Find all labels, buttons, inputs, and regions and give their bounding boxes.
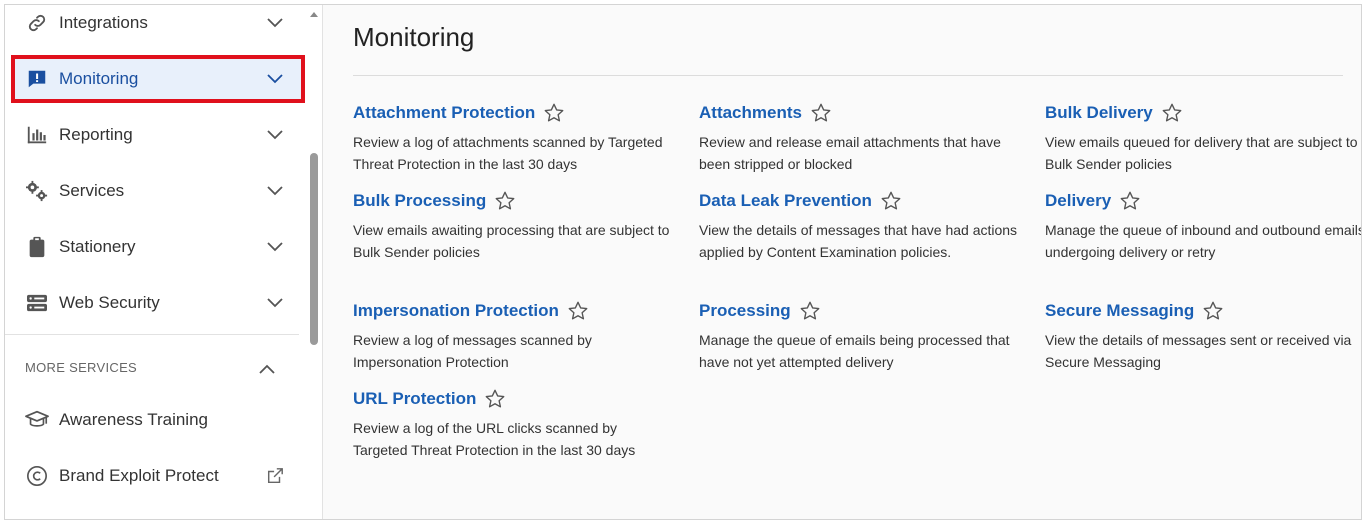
card-description: View emails awaiting processing that are…	[353, 222, 670, 260]
chevron-down-icon[interactable]	[265, 13, 285, 33]
card-description: Manage the queue of inbound and outbound…	[1045, 222, 1362, 260]
alert-message-icon	[25, 67, 49, 91]
card-description: View the details of messages that have h…	[699, 222, 1018, 260]
more-services-header: MORE SERVICES	[25, 360, 138, 375]
main-content: Monitoring Attachment Protection Review …	[353, 5, 1361, 519]
card-processing: Processing Manage the queue of emails be…	[699, 299, 1019, 373]
card-link[interactable]: URL Protection	[353, 389, 476, 409]
card-description: Review a log of messages scanned by Impe…	[353, 332, 592, 370]
bar-chart-icon	[25, 123, 49, 147]
star-icon[interactable]	[543, 102, 565, 124]
title-divider	[353, 75, 1343, 76]
card-description: Manage the queue of emails being process…	[699, 332, 1010, 370]
star-icon[interactable]	[567, 300, 589, 322]
star-icon[interactable]	[484, 388, 506, 410]
star-icon[interactable]	[1202, 300, 1224, 322]
card-attachment-protection: Attachment Protection Review a log of at…	[353, 101, 673, 175]
sidebar-item-label: Integrations	[59, 13, 148, 32]
star-icon[interactable]	[880, 190, 902, 212]
graduation-cap-icon	[25, 408, 49, 432]
sidebar-item-label: Web Security	[59, 293, 160, 312]
chevron-down-icon[interactable]	[265, 125, 285, 145]
card-delivery: Delivery Manage the queue of inbound and…	[1045, 189, 1362, 263]
card-link[interactable]: Attachments	[699, 103, 802, 123]
sidebar-item-monitoring[interactable]: Monitoring	[11, 55, 305, 103]
sidebar-item-label: Brand Exploit Protect	[59, 466, 219, 485]
app-frame: Integrations Monitoring Reporting Servic…	[4, 4, 1362, 520]
card-link[interactable]: Bulk Delivery	[1045, 103, 1153, 123]
scroll-up-arrow-icon[interactable]	[309, 5, 319, 17]
sidebar-item-label: Stationery	[59, 237, 136, 256]
card-link[interactable]: Bulk Processing	[353, 191, 486, 211]
card-secure-messaging: Secure Messaging View the details of mes…	[1045, 299, 1361, 373]
sidebar-item-awareness-training[interactable]: Awareness Training	[13, 398, 303, 442]
sidebar-item-label: Awareness Training	[59, 410, 208, 429]
card-link[interactable]: Delivery	[1045, 191, 1111, 211]
scrollbar-thumb[interactable]	[310, 153, 318, 345]
sidebar-item-integrations[interactable]: Integrations	[13, 5, 303, 45]
chevron-down-icon[interactable]	[265, 293, 285, 313]
page-title: Monitoring	[353, 22, 475, 52]
card-link[interactable]: Data Leak Prevention	[699, 191, 872, 211]
chevron-down-icon[interactable]	[265, 69, 285, 89]
sidebar-item-brand-exploit-protect[interactable]: Brand Exploit Protect	[13, 454, 303, 498]
card-description: View the details of messages sent or rec…	[1045, 332, 1352, 370]
card-link[interactable]: Processing	[699, 301, 791, 321]
card-description: Review and release email attachments tha…	[699, 134, 1001, 172]
card-description: Review a log of the URL clicks scanned b…	[353, 420, 636, 458]
chevron-down-icon[interactable]	[265, 181, 285, 201]
clipboard-icon	[25, 235, 49, 259]
card-description: Review a log of attachments scanned by T…	[353, 134, 663, 172]
card-link[interactable]: Impersonation Protection	[353, 301, 559, 321]
external-link-icon[interactable]	[265, 466, 285, 486]
sidebar-item-web-security[interactable]: Web Security	[13, 281, 303, 325]
sidebar-item-services[interactable]: Services	[13, 169, 303, 213]
card-data-leak-prevention: Data Leak Prevention View the details of…	[699, 189, 1019, 263]
star-icon[interactable]	[494, 190, 516, 212]
star-icon[interactable]	[1119, 190, 1141, 212]
card-link[interactable]: Secure Messaging	[1045, 301, 1194, 321]
copyright-icon	[25, 464, 49, 488]
star-icon[interactable]	[810, 102, 832, 124]
card-description: View emails queued for delivery that are…	[1045, 134, 1358, 172]
sidebar-divider	[5, 334, 299, 335]
sidebar-item-label: Services	[59, 181, 125, 200]
sidebar-item-stationery[interactable]: Stationery	[13, 225, 303, 269]
card-bulk-processing: Bulk Processing View emails awaiting pro…	[353, 189, 673, 263]
sidebar-item-label: Reporting	[59, 125, 133, 144]
card-link[interactable]: Attachment Protection	[353, 103, 535, 123]
card-bulk-delivery: Bulk Delivery View emails queued for del…	[1045, 101, 1361, 175]
server-icon	[25, 291, 49, 315]
card-url-protection: URL Protection Review a log of the URL c…	[353, 387, 673, 461]
sidebar-item-label: Monitoring	[59, 69, 139, 88]
sidebar: Integrations Monitoring Reporting Servic…	[5, 5, 323, 519]
sidebar-item-reporting[interactable]: Reporting	[13, 113, 303, 157]
chevron-down-icon[interactable]	[265, 237, 285, 257]
card-impersonation-protection: Impersonation Protection Review a log of…	[353, 299, 673, 373]
star-icon[interactable]	[799, 300, 821, 322]
chevron-up-icon[interactable]	[259, 359, 279, 379]
star-icon[interactable]	[1161, 102, 1183, 124]
gears-icon	[25, 179, 49, 203]
card-attachments: Attachments Review and release email att…	[699, 101, 1019, 175]
link-icon	[25, 11, 49, 35]
